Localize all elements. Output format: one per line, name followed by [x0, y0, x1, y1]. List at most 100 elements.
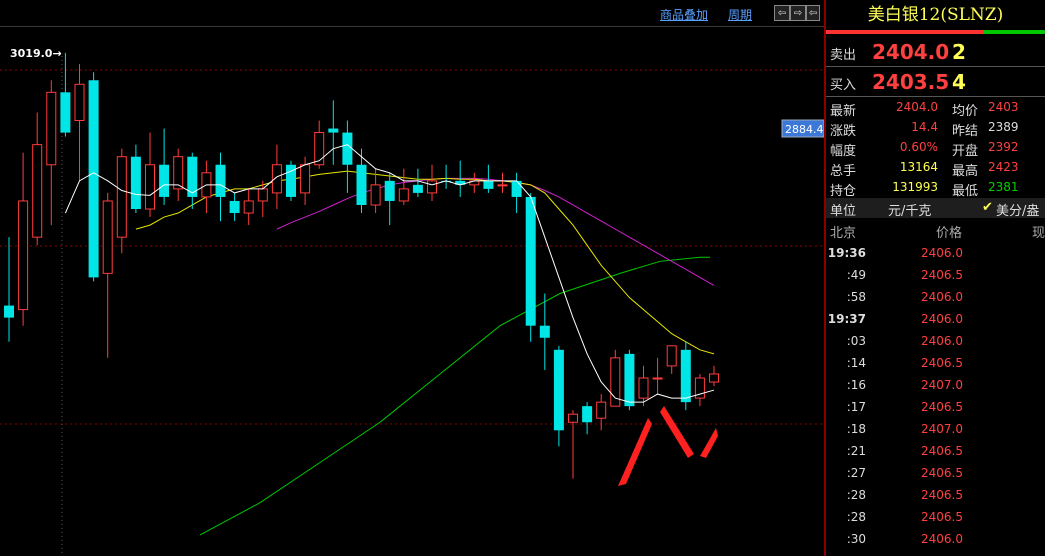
candle-body: [314, 132, 325, 166]
buy-label: 买入: [830, 78, 857, 93]
sell-price: 2404.0: [872, 40, 950, 64]
unit-alt[interactable]: 美分/盎: [996, 200, 1039, 219]
candle-body: [300, 164, 311, 194]
tick-row: :21 2406.5: [826, 441, 1045, 463]
tick-time: :30: [846, 532, 866, 546]
tick-price: 2406.0: [921, 532, 963, 546]
candlestick-chart[interactable]: 3019.0→ 2884.4: [0, 26, 825, 556]
stat-value: 131993: [892, 180, 938, 194]
stat-value: 13164: [899, 160, 938, 174]
stats-row: 总手 13164 最高 2423: [826, 158, 1045, 179]
candle-body: [102, 200, 113, 274]
tick-row: :03 2406.0: [826, 331, 1045, 353]
stats-row: 涨跌 14.4 昨结 2389: [826, 118, 1045, 139]
tick-row: :27 2406.5: [826, 463, 1045, 485]
candle-body: [271, 164, 282, 194]
candle-body: [582, 406, 593, 423]
stat-value: 2381: [988, 180, 1019, 194]
candle-body: [145, 164, 155, 210]
candle-body: [173, 156, 184, 190]
tick-time: :17: [846, 400, 866, 414]
candle-body: [568, 413, 578, 423]
arrow-annotation: [660, 406, 694, 458]
tick-price: 2407.0: [921, 378, 963, 392]
tick-time: :28: [846, 510, 866, 524]
stat-label: 持仓: [830, 184, 857, 199]
tick-row: :16 2407.0: [826, 375, 1045, 397]
candle-body: [624, 353, 635, 407]
tick-time: :16: [846, 378, 866, 392]
nav-left-icon[interactable]: ⇦: [774, 5, 790, 21]
candle-body: [511, 180, 522, 197]
tick-price: 2406.5: [921, 356, 963, 370]
arrow-annotation: [700, 428, 718, 458]
tick-time: 19:36: [827, 246, 866, 260]
nav-zoom-icon[interactable]: ⇦: [806, 5, 820, 21]
tick-time: :21: [846, 444, 866, 458]
overlay-commodity-link[interactable]: 商品叠加: [660, 6, 708, 23]
tick-row: :17 2406.5: [826, 397, 1045, 419]
period-link[interactable]: 周期: [728, 6, 752, 23]
candle-body: [229, 200, 240, 214]
ticks-head-price: 价格: [936, 226, 963, 241]
tick-row: :30 2406.0: [826, 529, 1045, 551]
tick-time: :18: [846, 422, 866, 436]
ticks-head-vol: 现: [1032, 226, 1045, 241]
unit-value[interactable]: 元/千克: [888, 200, 931, 219]
tick-price: 2406.0: [921, 334, 963, 348]
candle-body: [666, 345, 677, 367]
unit-label: 单位: [830, 204, 857, 219]
stat-value: 2423: [988, 160, 1019, 174]
candle-body: [539, 325, 550, 338]
stats-row: 最新 2404.0 均价 2403: [826, 98, 1045, 119]
arrow-annotation: [618, 418, 652, 486]
tick-price: 2406.5: [921, 488, 963, 502]
stat-label: 总手: [830, 164, 857, 179]
tick-row: :14 2406.5: [826, 353, 1045, 375]
price-marker-label: 2884.4: [785, 123, 824, 136]
tick-row: :58 2406.0: [826, 287, 1045, 309]
candle-body: [638, 377, 649, 399]
stat-label: 昨结: [952, 124, 979, 139]
nav-right-icon[interactable]: ⇨: [790, 5, 806, 21]
unit-row: 单位 元/千克 ✔ 美分/盎: [826, 198, 1045, 219]
stat-label: 涨跌: [830, 124, 857, 139]
candle-body: [328, 128, 339, 133]
candle-body: [342, 132, 353, 165]
stat-label: 最低: [952, 184, 979, 199]
high-price-label: 3019.0→: [10, 47, 62, 60]
stats-row: 幅度 0.60% 开盘 2392: [826, 138, 1045, 159]
buy-quote: 买入 2403.5 4: [826, 66, 1045, 96]
stat-value: 0.60%: [899, 140, 938, 154]
candle-body: [483, 180, 494, 189]
candle-body: [60, 92, 71, 133]
candle-body: [130, 156, 141, 210]
bid-ask-ratio-bar: [826, 30, 1045, 34]
candle-body: [46, 91, 57, 166]
tick-row: 19:37 2406.0: [826, 309, 1045, 331]
tick-price: 2406.5: [921, 444, 963, 458]
quote-panel: 美白银12(SLNZ) 卖出 2404.0 2 买入 2403.5 4 最新 24…: [826, 0, 1045, 556]
tick-time: :28: [846, 488, 866, 502]
chart-toolbar: 商品叠加 周期 ⇦ ⇨ ⇦: [0, 0, 825, 27]
tick-price: 2406.0: [921, 246, 963, 260]
stat-value: 2403: [988, 100, 1019, 114]
candle-body: [398, 188, 409, 202]
candle-body: [257, 188, 268, 202]
buy-volume: 4: [952, 70, 966, 94]
stat-value: 2392: [988, 140, 1019, 154]
candle-body: [88, 80, 99, 278]
tick-price: 2406.5: [921, 268, 963, 282]
candle-body: [18, 200, 29, 311]
candle-body: [709, 373, 719, 383]
tick-price: 2406.5: [921, 466, 963, 480]
instrument-title: 美白银12(SLNZ): [867, 5, 1004, 25]
stat-label: 最高: [952, 164, 979, 179]
tick-row: :18 2407.0: [826, 419, 1045, 441]
candle-body: [497, 184, 508, 187]
tick-price: 2406.5: [921, 400, 963, 414]
candle-body: [427, 180, 437, 194]
candle-body: [384, 180, 395, 201]
ma-line-magenta: [276, 177, 715, 286]
tick-time: :49: [846, 268, 866, 282]
